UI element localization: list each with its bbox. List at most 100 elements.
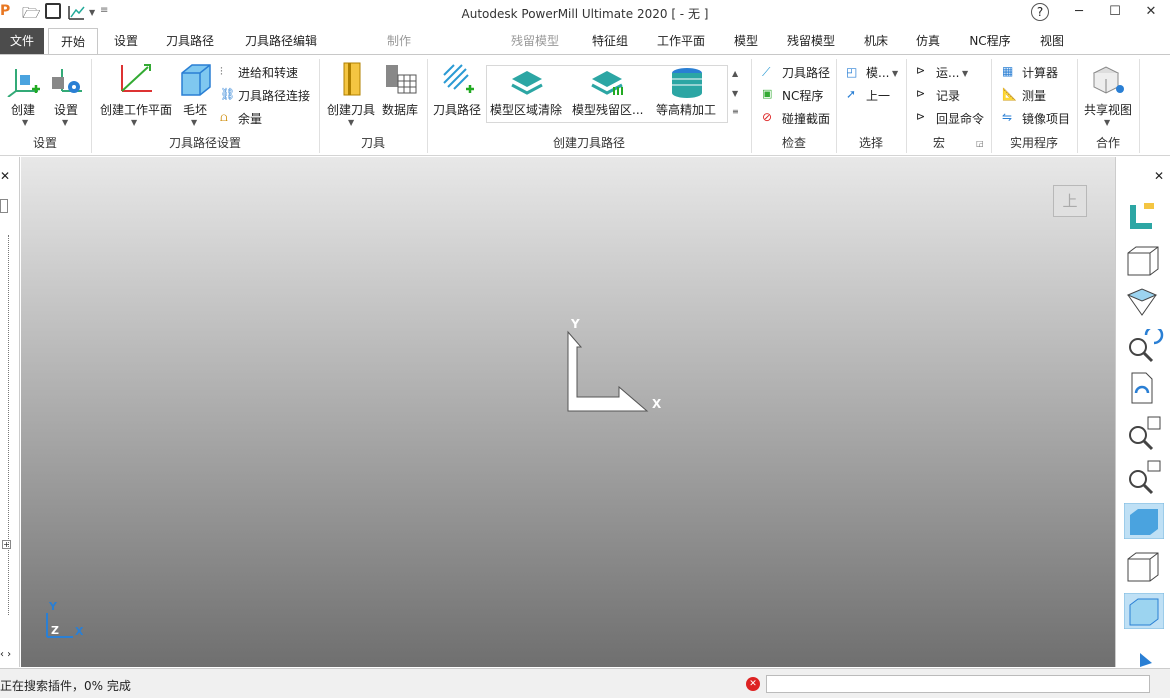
tab-toolpath-edit[interactable]: 刀具路径编辑 [234, 28, 328, 54]
minimize-button[interactable]: ─ [1062, 0, 1096, 26]
create-dropdown-icon[interactable]: ▼ [22, 118, 28, 127]
tab-view[interactable]: 视图 [1030, 28, 1074, 54]
tab-make[interactable]: 制作 [374, 28, 424, 54]
tab-models[interactable]: 模型 [724, 28, 768, 54]
measure-button[interactable]: 测量 [1022, 86, 1046, 106]
macro-dialog-launcher-icon[interactable]: ◲ [976, 139, 984, 148]
select-model-button[interactable]: 模... [866, 63, 889, 83]
share-view-button[interactable]: 共享视图 [1084, 101, 1132, 118]
select-model-dropdown-icon[interactable]: ▼ [892, 69, 898, 78]
create-workplane-button[interactable]: 创建工作平面 [100, 101, 172, 118]
constant-z-finishing-button[interactable]: 等高精加工 [656, 101, 716, 118]
axis-x-label: X [652, 397, 662, 411]
check-toolpath-button[interactable]: 刀具路径 [782, 63, 830, 83]
scroll-left-icon[interactable]: ‹ › [0, 649, 11, 660]
run-macro-icon: ⊳ [916, 64, 926, 77]
record-macro-button[interactable]: 记录 [936, 86, 960, 106]
more-view-tools-icon[interactable] [1136, 653, 1156, 667]
mini-axis-y-label: Y [49, 600, 57, 613]
axis-y-label: Y [571, 317, 580, 331]
help-icon[interactable]: ? [1031, 3, 1049, 21]
panel-pin-icon[interactable] [0, 199, 8, 213]
group-label-collaboration: 合作 [1095, 136, 1120, 150]
settings-button[interactable]: 设置 [54, 101, 78, 118]
zoom-previous-icon[interactable] [1124, 329, 1164, 365]
tab-setup[interactable]: 设置 [104, 28, 148, 54]
thickness-icon: ⩍ [220, 110, 228, 124]
close-panel-icon[interactable]: ✕ [0, 169, 10, 183]
thickness-button[interactable]: 余量 [238, 109, 262, 129]
tab-stock-models[interactable]: 残留模型 [776, 28, 846, 54]
tab-toolpaths[interactable]: 刀具路径 [158, 28, 222, 54]
view-cube[interactable]: 上 [1053, 185, 1087, 217]
create-tool-button[interactable]: 创建刀具 [327, 101, 375, 118]
gallery-expand-icon[interactable]: ≡ [732, 107, 739, 116]
nc-program-check-button[interactable]: NC程序 [782, 86, 823, 106]
calculator-button[interactable]: 计算器 [1022, 63, 1058, 83]
group-label-tool: 刀具 [360, 136, 385, 150]
mirror-project-button[interactable]: 镜像项目 [1022, 109, 1070, 129]
record-macro-icon: ⊳ [916, 87, 926, 100]
window-title: Autodesk PowerMill Ultimate 2020 [ - 无 ] [461, 7, 709, 21]
mini-axis-x-label: X [75, 625, 84, 638]
toolpath-connections-button[interactable]: 刀具路径连接 [238, 86, 310, 106]
group-label-utilities: 实用程序 [1009, 136, 1058, 150]
graphics-viewport[interactable]: 上 Y X Y Z X [21, 157, 1115, 667]
tree-expand-icon[interactable]: + [2, 540, 11, 549]
tab-home[interactable]: 开始 [48, 28, 98, 54]
run-macro-dropdown-icon[interactable]: ▼ [962, 69, 968, 78]
select-previous-button[interactable]: 上一 [866, 86, 890, 106]
wireframe-view-icon[interactable] [1124, 549, 1164, 585]
tab-file[interactable]: 文件 [0, 28, 44, 54]
title-bar: P 🗁 ▼ ≡ Autodesk PowerMill Ultimate 2020… [0, 0, 1170, 26]
cancel-search-icon[interactable]: ✕ [746, 677, 760, 691]
toolpath-button[interactable]: 刀具路径 [433, 101, 481, 118]
settings-dropdown-icon[interactable]: ▼ [62, 118, 68, 127]
close-button[interactable]: ✕ [1134, 0, 1168, 26]
model-area-clearance-button[interactable]: 模型区域清除 [490, 101, 562, 118]
model-rest-area-icon [591, 71, 623, 95]
close-view-toolbar-icon[interactable]: ✕ [1154, 169, 1164, 183]
run-macro-button[interactable]: 运... [936, 63, 959, 83]
block-button[interactable]: 毛坯 [183, 101, 207, 118]
echo-commands-button[interactable]: 回显命令 [936, 109, 984, 129]
zoom-box-icon[interactable] [1124, 459, 1164, 495]
tab-nc-programs[interactable]: NC程序 [958, 28, 1022, 54]
database-button[interactable]: 数据库 [382, 101, 418, 118]
settings-icon [52, 69, 82, 93]
view-bottom-icon[interactable] [1124, 285, 1164, 321]
gallery-scroll-up-icon[interactable]: ▲ [732, 69, 738, 78]
calculator-icon: ▦ [1002, 64, 1014, 78]
feeds-speeds-button[interactable]: 进给和转速 [238, 63, 298, 83]
tab-feature-sets[interactable]: 特征组 [582, 28, 638, 54]
share-view-dropdown-icon[interactable]: ▼ [1104, 118, 1110, 127]
create-button[interactable]: 创建 [11, 101, 35, 118]
shaded-view-icon[interactable] [1124, 503, 1164, 539]
view-iso-toolpath-icon[interactable] [1124, 199, 1164, 235]
tab-machine[interactable]: 机床 [854, 28, 898, 54]
tab-stock-model-1[interactable]: 残留模型 [500, 28, 570, 54]
gallery-scroll-down-icon[interactable]: ▼ [732, 89, 738, 98]
group-label-setup: 设置 [32, 136, 57, 150]
tab-workplanes[interactable]: 工作平面 [648, 28, 714, 54]
check-toolpath-icon: ⟋ [762, 65, 771, 79]
toolpath-connections-icon: ⛓ [220, 87, 236, 101]
select-model-icon: ◰ [846, 65, 858, 79]
group-label-toolpath-setup: 刀具路径设置 [168, 136, 241, 150]
zoom-to-fit-icon[interactable] [1124, 415, 1164, 451]
create-workplane-dropdown-icon[interactable]: ▼ [131, 118, 137, 127]
view-box-icon[interactable] [1124, 243, 1164, 279]
share-view-icon [1092, 66, 1124, 94]
collision-section-button[interactable]: 碰撞截面 [782, 109, 830, 129]
maximize-button[interactable]: ☐ [1098, 0, 1132, 26]
ribbon: 创建 ▼ 设置 ▼ 设置 创建工作平面 ▼ 毛坯 ▼ ⫶ 进给和转速 ⛓ 刀具路… [0, 54, 1170, 156]
mirror-project-icon: ⇋ [1002, 110, 1013, 124]
transparent-view-icon[interactable] [1124, 593, 1164, 629]
model-rest-area-button[interactable]: 模型残留区... [572, 101, 643, 118]
create-tool-dropdown-icon[interactable]: ▼ [348, 118, 354, 127]
tab-simulation[interactable]: 仿真 [906, 28, 950, 54]
constant-z-finishing-icon [672, 68, 702, 98]
refresh-icon[interactable] [1124, 371, 1164, 407]
block-dropdown-icon[interactable]: ▼ [191, 118, 197, 127]
create-tool-icon [343, 62, 361, 96]
